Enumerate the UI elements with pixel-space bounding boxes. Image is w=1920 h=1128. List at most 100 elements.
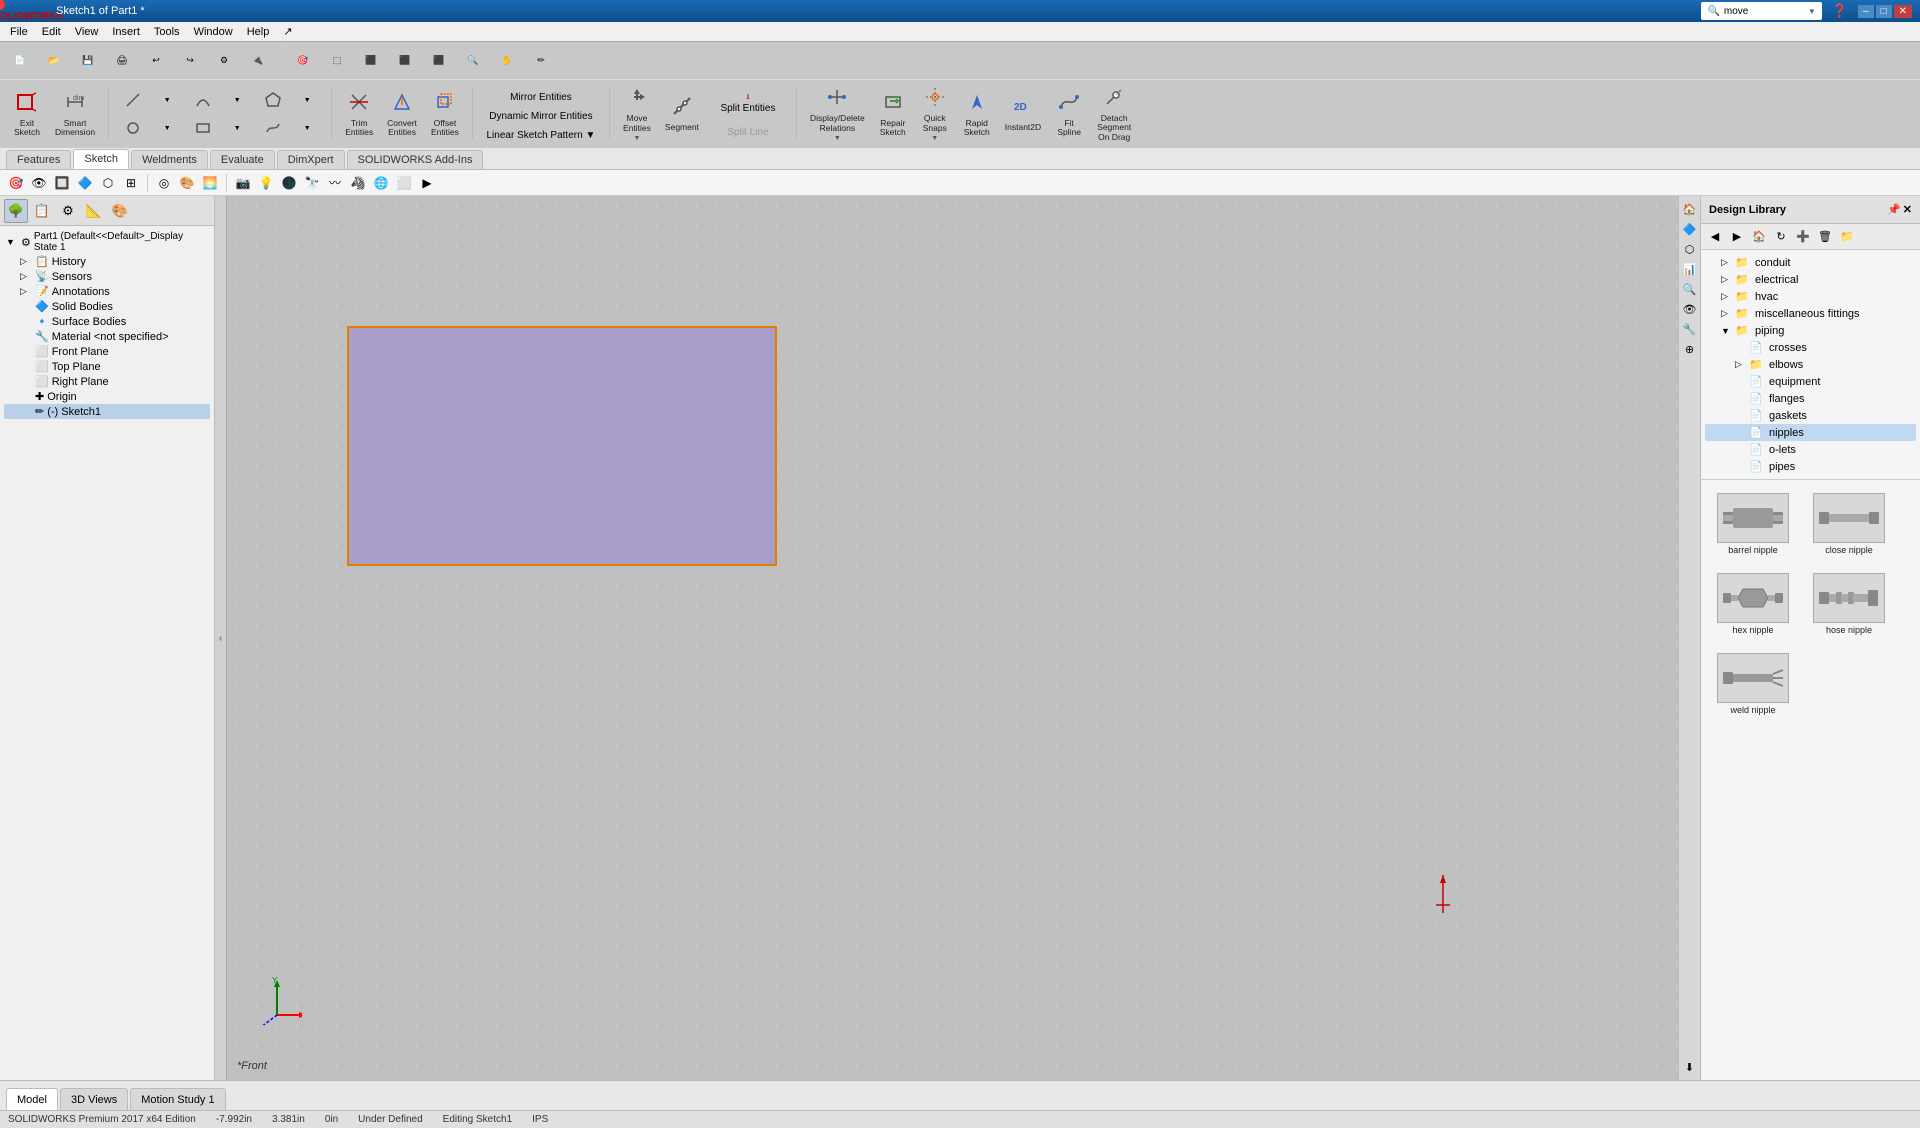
polygon-button[interactable]	[257, 87, 289, 113]
strip-home[interactable]: 🏠	[1681, 200, 1699, 218]
dt-flanges[interactable]: 📄 flanges	[1705, 390, 1916, 407]
view-right-button[interactable]: ⬛	[423, 45, 455, 77]
display-manager-tab[interactable]: 🎨	[108, 199, 132, 223]
view-front-button[interactable]: ⬛	[355, 45, 387, 77]
enviro-icon[interactable]: 🌐	[371, 173, 391, 193]
tab-features[interactable]: Features	[6, 150, 71, 169]
shadow-icon[interactable]: 🌑	[279, 173, 299, 193]
dt-pipes[interactable]: 📄 pipes	[1705, 458, 1916, 475]
thumb-hex-nipple[interactable]: hex nipple	[1709, 568, 1797, 640]
tree-history[interactable]: ▷ 📋 History	[4, 254, 210, 269]
tab-sketch[interactable]: Sketch	[73, 149, 129, 169]
menu-window[interactable]: Window	[188, 24, 239, 40]
perspective-icon[interactable]: 🔭	[302, 173, 322, 193]
tree-annotations[interactable]: ▷ 📝 Annotations	[4, 284, 210, 299]
rect-dropdown[interactable]: ▼	[221, 115, 253, 141]
menu-view[interactable]: View	[69, 24, 105, 40]
dt-conduit[interactable]: ▷ 📁 conduit	[1705, 254, 1916, 271]
help-icon[interactable]: ❓	[1832, 3, 1848, 19]
tab-evaluate[interactable]: Evaluate	[210, 150, 275, 169]
thumb-hose-nipple[interactable]: hose nipple	[1805, 568, 1893, 640]
tab-dimxpert[interactable]: DimXpert	[277, 150, 345, 169]
open-button[interactable]: 📂	[38, 45, 70, 77]
rp-delete-button[interactable]: 🗑	[1815, 227, 1835, 247]
scene-icon[interactable]: 🌅	[200, 173, 220, 193]
view-top-button[interactable]: ⬛	[389, 45, 421, 77]
view-3d-button[interactable]: ⬚	[321, 45, 353, 77]
tab-weldments[interactable]: Weldments	[131, 150, 208, 169]
spline-button[interactable]	[257, 115, 289, 141]
dt-olets[interactable]: 📄 o-lets	[1705, 441, 1916, 458]
dt-nipples[interactable]: 📄 nipples	[1705, 424, 1916, 441]
tree-material[interactable]: 🔧 Material <not specified>	[4, 329, 210, 344]
strip-analysis[interactable]: 🔍	[1681, 280, 1699, 298]
dt-piping[interactable]: ▼ 📁 piping	[1705, 322, 1916, 339]
rp-add-button[interactable]: ➕	[1793, 227, 1813, 247]
strip-view[interactable]: 👁	[1681, 300, 1699, 318]
dt-hvac[interactable]: ▷ 📁 hvac	[1705, 288, 1916, 305]
dt-equipment[interactable]: 📄 equipment	[1705, 373, 1916, 390]
segment-button[interactable]: Segment	[660, 85, 704, 143]
dt-electrical[interactable]: ▷ 📁 electrical	[1705, 271, 1916, 288]
strip-3dmodel[interactable]: 🔷	[1681, 220, 1699, 238]
config-manager-tab[interactable]: ⚙	[56, 199, 80, 223]
menu-edit[interactable]: Edit	[36, 24, 67, 40]
view-display-icon[interactable]: 👁	[29, 173, 49, 193]
tree-origin[interactable]: ✚ Origin	[4, 389, 210, 404]
print-button[interactable]: 🖨	[106, 45, 138, 77]
property-manager-tab[interactable]: 📋	[30, 199, 54, 223]
tab-3dviews[interactable]: 3D Views	[60, 1088, 128, 1110]
strip-bottom[interactable]: ⬇	[1681, 1058, 1699, 1076]
split-entities-button[interactable]: Split Entities	[708, 89, 788, 117]
menu-help[interactable]: Help	[241, 24, 276, 40]
tree-surface-bodies[interactable]: 🔹 Surface Bodies	[4, 314, 210, 329]
dt-misc-fittings[interactable]: ▷ 📁 miscellaneous fittings	[1705, 305, 1916, 322]
convert-entities-button[interactable]: ConvertEntities	[382, 85, 422, 143]
dt-crosses[interactable]: 📄 crosses	[1705, 339, 1916, 356]
tree-sketch1[interactable]: ✏ (-) Sketch1	[4, 404, 210, 419]
tree-right-plane[interactable]: ⬜ Right Plane	[4, 374, 210, 389]
camera-icon[interactable]: 📷	[233, 173, 253, 193]
strip-sim[interactable]: 📊	[1681, 260, 1699, 278]
search-input[interactable]	[1724, 6, 1804, 17]
rp-forward-button[interactable]: ▶	[1727, 227, 1747, 247]
polygon-dropdown[interactable]: ▼	[291, 87, 323, 113]
redo-button[interactable]: ↪	[174, 45, 206, 77]
arc-button[interactable]	[187, 87, 219, 113]
spline-dropdown[interactable]: ▼	[291, 115, 323, 141]
offset-entities-button[interactable]: OffsetEntities	[426, 85, 464, 143]
tree-root[interactable]: ▼ ⚙ Part1 (Default<<Default>_Display Sta…	[4, 230, 210, 254]
rp-close-icon[interactable]: ✕	[1903, 203, 1912, 216]
menu-tools[interactable]: Tools	[148, 24, 186, 40]
move-entities-button[interactable]: MoveEntities ▼	[618, 85, 656, 143]
strip-extra[interactable]: ⊕	[1681, 340, 1699, 358]
linear-sketch-pattern-button[interactable]: Linear Sketch Pattern ▼	[481, 124, 601, 142]
dim-xpert-tab[interactable]: 📐	[82, 199, 106, 223]
thumb-close-nipple[interactable]: close nipple	[1805, 488, 1893, 560]
thumb-barrel-nipple[interactable]: barrel nipple	[1709, 488, 1797, 560]
sketch-rectangle[interactable]	[347, 326, 777, 566]
menu-file[interactable]: File	[4, 24, 34, 40]
repair-sketch-button[interactable]: RepairSketch	[874, 85, 912, 143]
edit-pencil[interactable]: ✏	[525, 45, 557, 77]
circle-dropdown[interactable]: ▼	[151, 115, 183, 141]
save-button[interactable]: 💾	[72, 45, 104, 77]
line-button[interactable]	[117, 87, 149, 113]
arc-dropdown[interactable]: ▼	[221, 87, 253, 113]
split-line-button[interactable]: Split Line	[708, 118, 788, 140]
view-pan-button[interactable]: ✋	[491, 45, 523, 77]
view-orient-icon[interactable]: 🎯	[6, 173, 26, 193]
rapid-sketch-button[interactable]: RapidSketch	[958, 85, 996, 143]
minimize-button[interactable]: –	[1858, 5, 1874, 18]
view-hide-icon[interactable]: 🔲	[52, 173, 72, 193]
exit-sketch-button[interactable]: ExitSketch	[8, 85, 46, 143]
options-button[interactable]: ⚙	[208, 45, 240, 77]
more-icon[interactable]: ▶	[417, 173, 437, 193]
quick-snaps-button[interactable]: QuickSnaps ▼	[916, 85, 954, 143]
rp-back-button[interactable]: ◀	[1705, 227, 1725, 247]
collapse-panel-button[interactable]: ‹	[215, 196, 227, 1080]
trim-entities-button[interactable]: TrimEntities	[340, 85, 378, 143]
menu-insert[interactable]: Insert	[106, 24, 146, 40]
strip-tools[interactable]: 🔧	[1681, 320, 1699, 338]
rect-button[interactable]	[187, 115, 219, 141]
